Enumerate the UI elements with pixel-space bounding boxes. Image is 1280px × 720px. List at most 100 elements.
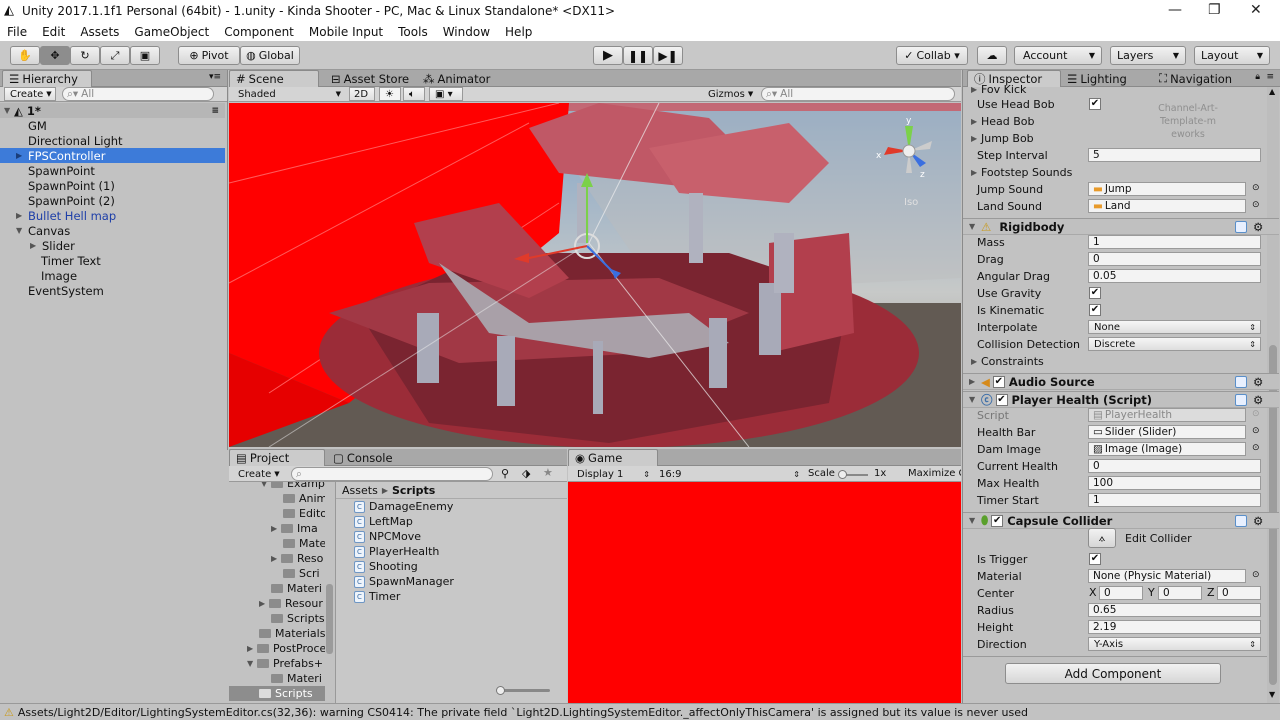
footstep-sounds-row[interactable]: ▶ Footstep Sounds <box>963 165 1280 180</box>
dam-image-field[interactable]: ▨ Image (Image) <box>1088 442 1246 456</box>
menu-mobile-input[interactable]: Mobile Input <box>302 25 391 39</box>
fov-kick-row[interactable]: ▶ Fov Kick <box>963 84 1280 94</box>
gear-icon[interactable]: ⚙ <box>1253 220 1263 234</box>
tree-folder[interactable]: Materi <box>271 671 322 686</box>
constraints-row[interactable]: ▶ Constraints <box>963 354 1280 369</box>
hierarchy-item-canvas[interactable]: ▼ Canvas <box>0 223 225 238</box>
pause-button[interactable]: ❚❚ <box>623 46 653 65</box>
label-icon[interactable]: ⬗ <box>522 467 530 480</box>
is-kinematic-checkbox[interactable]: ✔ <box>1089 304 1101 316</box>
hand-tool-button[interactable]: ✋ <box>10 46 40 65</box>
tree-folder[interactable]: Mate <box>283 536 325 551</box>
menu-edit[interactable]: Edit <box>35 25 73 39</box>
create-dropdown[interactable]: Create ▼ <box>4 87 56 101</box>
global-button[interactable]: ◍ Global <box>240 46 300 65</box>
tree-folder[interactable]: ▼ Prefabs+ <box>247 656 323 671</box>
hierarchy-item-fpscontroller[interactable]: ▶ FPSController <box>0 148 225 163</box>
lock-icon[interactable]: 🔒︎ <box>1255 72 1260 82</box>
hierarchy-search-input[interactable]: ⌕▾ All <box>62 87 214 101</box>
hierarchy-item-image[interactable]: Image <box>0 268 225 283</box>
script-file[interactable]: C DamageEnemy <box>354 499 453 514</box>
script-file[interactable]: C Shooting <box>354 559 418 574</box>
tree-folder[interactable]: ▶ Ima <box>271 521 318 536</box>
lighting-toggle[interactable]: ☀ <box>379 87 401 101</box>
maximize-icon[interactable]: ❐ <box>1208 2 1221 18</box>
filter-type-icon[interactable]: ⚲ <box>501 467 509 480</box>
menu-assets[interactable]: Assets <box>73 25 127 39</box>
object-picker-icon[interactable]: ⊙ <box>1252 443 1260 453</box>
capsule-enabled-checkbox[interactable]: ✔ <box>991 514 1004 527</box>
play-button[interactable]: ▶ <box>593 46 623 65</box>
rect-tool-button[interactable]: ▣ <box>130 46 160 65</box>
mass-field[interactable]: 1 <box>1088 235 1261 249</box>
project-create-dropdown[interactable]: Create ▼ <box>233 467 285 481</box>
tab-console[interactable]: ▢ Console <box>327 449 399 466</box>
tree-folder[interactable]: ▶ PostProce <box>247 641 325 656</box>
menu-gameobject[interactable]: GameObject <box>127 25 217 39</box>
aspect-dropdown[interactable]: 16:9 ⇕ <box>654 467 802 481</box>
health-bar-field[interactable]: ▭ Slider (Slider) <box>1088 425 1246 439</box>
scale-slider[interactable] <box>838 470 868 479</box>
tab-game[interactable]: ◉ Game <box>568 449 658 466</box>
scene-viewport[interactable]: y x z Iso <box>229 103 961 447</box>
object-picker-icon[interactable]: ⊙ <box>1252 200 1260 210</box>
timer-start-field[interactable]: 1 <box>1088 493 1261 507</box>
script-file[interactable]: C LeftMap <box>354 514 413 529</box>
tree-folder[interactable]: ▶ Resour <box>259 596 323 611</box>
favorite-star-icon[interactable]: ★ <box>543 466 553 479</box>
help-icon[interactable] <box>1235 515 1247 527</box>
gizmos-dropdown[interactable]: Gizmos ▼ <box>703 87 755 101</box>
edit-collider-button[interactable]: ⟑ <box>1088 528 1116 548</box>
panel-menu-icon[interactable]: ▾≡ <box>209 72 221 82</box>
maximize-on-play-toggle[interactable]: Maximize C <box>908 468 961 479</box>
move-tool-button[interactable]: ✥ <box>40 46 70 65</box>
object-picker-icon[interactable]: ⊙ <box>1252 183 1260 193</box>
slider-thumb[interactable] <box>496 686 505 695</box>
hierarchy-item-slider[interactable]: ▶ Slider <box>0 238 225 253</box>
hierarchy-item-directional-light[interactable]: Directional Light <box>0 133 225 148</box>
menu-window[interactable]: Window <box>436 25 498 39</box>
hierarchy-item-bullet-hell-map[interactable]: ▶ Bullet Hell map <box>0 208 225 223</box>
height-field[interactable]: 2.19 <box>1088 620 1261 634</box>
head-bob-row[interactable]: ▶ Head Bob <box>963 114 1280 129</box>
gear-icon[interactable]: ⚙ <box>1253 393 1263 407</box>
tab-asset-store[interactable]: ⊟ Asset Store <box>325 70 415 87</box>
scroll-down-icon[interactable]: ▼ <box>1269 690 1275 699</box>
tree-folder[interactable]: Materials <box>259 626 325 641</box>
tab-scene[interactable]: # Scene <box>229 70 319 87</box>
audio-toggle[interactable]: 🔈︎ <box>403 87 425 101</box>
rigidbody-header[interactable]: ▼ ⚠ Rigidbody ⚙ <box>963 218 1279 235</box>
gear-icon[interactable]: ⚙ <box>1253 375 1263 389</box>
tab-project[interactable]: ▤ Project <box>229 449 325 466</box>
close-icon[interactable]: ✕ <box>1250 2 1262 18</box>
hierarchy-item-timer-text[interactable]: Timer Text <box>0 253 225 268</box>
step-interval-field[interactable]: 5 <box>1088 148 1261 162</box>
script-file[interactable]: C Timer <box>354 589 400 604</box>
hierarchy-item-eventsystem[interactable]: EventSystem <box>0 283 225 298</box>
hierarchy-item-spawnpoint[interactable]: SpawnPoint <box>0 163 225 178</box>
menu-file[interactable]: File <box>0 25 35 39</box>
project-search-input[interactable]: ⌕ <box>291 467 493 481</box>
angular-drag-field[interactable]: 0.05 <box>1088 269 1261 283</box>
use-head-bob-checkbox[interactable]: ✔ <box>1089 98 1101 110</box>
panel-menu-icon[interactable]: ≡ <box>1266 72 1274 82</box>
scene-menu-icon[interactable]: ≡ <box>211 106 219 116</box>
pivot-button[interactable]: ⊕ Pivot <box>178 46 240 65</box>
status-bar[interactable]: ⚠ Assets/Light2D/Editor/LightingSystemEd… <box>0 703 1280 720</box>
gear-icon[interactable]: ⚙ <box>1253 514 1263 528</box>
layout-button[interactable]: Layout ▼ <box>1194 46 1270 65</box>
scale-tool-button[interactable]: ⤢ <box>100 46 130 65</box>
minimize-icon[interactable]: — <box>1168 2 1182 18</box>
center-z-field[interactable]: 0 <box>1217 586 1261 600</box>
tree-folder-selected[interactable]: Scripts <box>229 686 325 701</box>
land-sound-field[interactable]: ▬ Land <box>1088 199 1246 213</box>
breadcrumb-scripts[interactable]: Scripts <box>392 484 435 497</box>
jump-bob-row[interactable]: ▶ Jump Bob <box>963 131 1280 146</box>
current-health-field[interactable]: 0 <box>1088 459 1261 473</box>
help-icon[interactable] <box>1235 376 1247 388</box>
icon-size-slider[interactable] <box>496 686 550 695</box>
hierarchy-item-spawnpoint-2[interactable]: SpawnPoint (2) <box>0 193 225 208</box>
script-file[interactable]: C NPCMove <box>354 529 421 544</box>
breadcrumb-assets[interactable]: Assets <box>342 484 378 497</box>
game-view[interactable] <box>568 482 961 703</box>
